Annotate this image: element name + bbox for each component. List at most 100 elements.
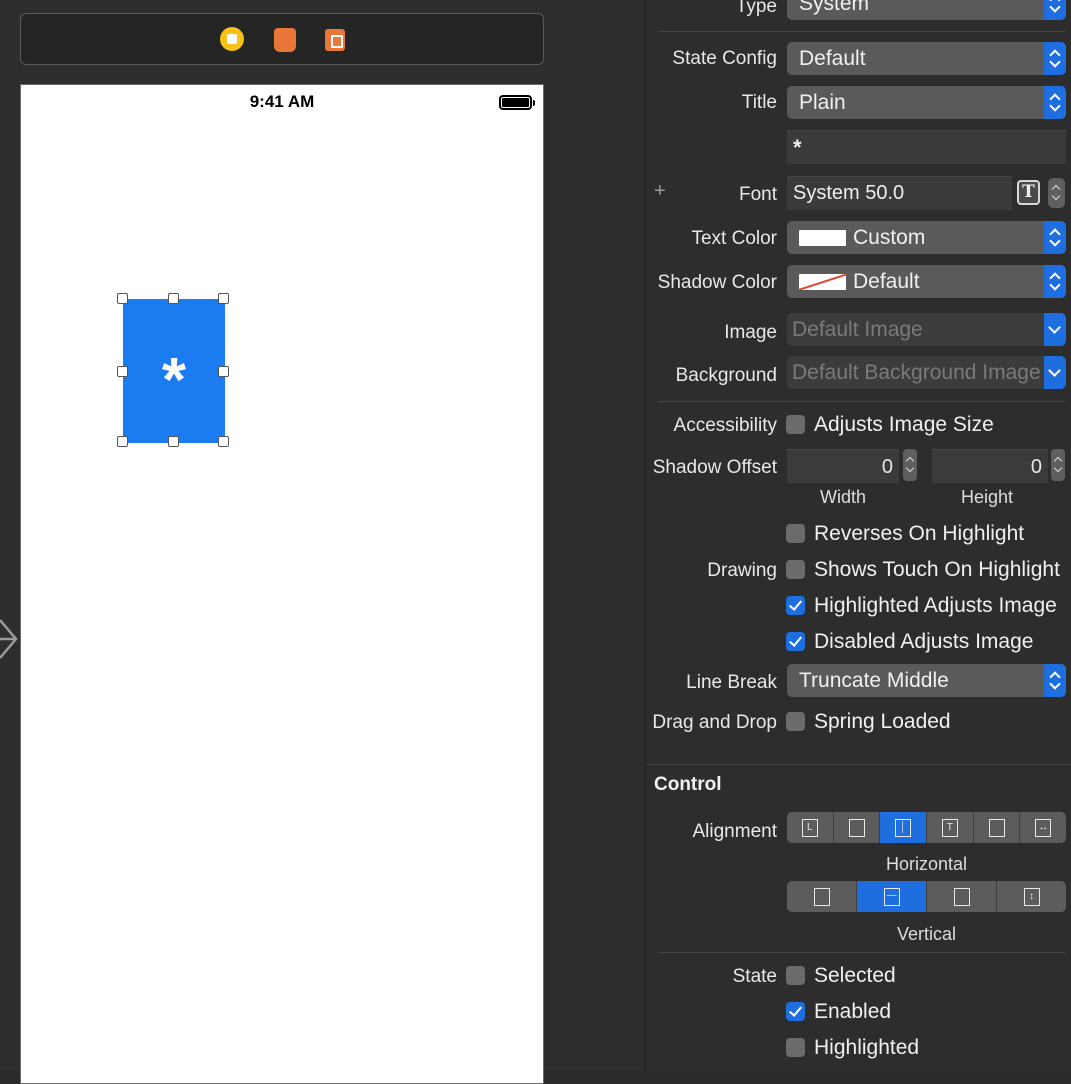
shadow-offset-width-field[interactable]: 0: [787, 449, 899, 483]
spring-loaded-checkbox[interactable]: [786, 712, 805, 731]
align-left-icon: L: [801, 818, 818, 837]
font-size-stepper[interactable]: [1048, 178, 1065, 208]
height-caption: Height: [960, 487, 1014, 507]
align-fill-icon: ↔: [1035, 818, 1052, 837]
image-label: Image: [724, 322, 777, 343]
selected-label: Selected: [814, 964, 896, 987]
button-title: *: [161, 346, 187, 415]
storyboard-canvas[interactable]: 9:41 AM *: [0, 0, 645, 1084]
shadow-offset-label: Shadow Offset: [652, 457, 777, 478]
align-leading-icon: [848, 818, 865, 837]
state-label: State: [732, 966, 777, 987]
width-stepper[interactable]: [903, 449, 917, 481]
align-center-icon: │: [895, 818, 912, 837]
text-color-swatch: [799, 230, 846, 246]
highlighted-checkbox[interactable]: [786, 1038, 805, 1057]
text-color-popup[interactable]: Custom: [787, 221, 1066, 254]
align-middle-icon: —: [883, 887, 900, 906]
view-controller-icon[interactable]: [220, 27, 244, 51]
status-bar-time: 9:41 AM: [249, 92, 315, 111]
align-trailing-icon: [988, 818, 1005, 837]
background-combo[interactable]: Default Background Image: [787, 356, 1066, 389]
enabled-checkbox[interactable]: [786, 1002, 805, 1021]
add-variation-icon[interactable]: +: [654, 180, 666, 203]
chevron-down-icon[interactable]: [1044, 313, 1066, 346]
chevron-down-icon[interactable]: [1044, 356, 1066, 389]
height-stepper[interactable]: [1051, 449, 1065, 481]
align-center-left-segment[interactable]: [834, 812, 881, 843]
divider: [658, 952, 1065, 953]
background-placeholder: Default Background Image: [792, 361, 1041, 384]
popup-arrows-icon: [1044, 664, 1066, 697]
shadow-offset-height-field[interactable]: 0: [932, 449, 1048, 483]
shadow-color-label: Shadow Color: [657, 272, 777, 293]
align-top-icon: [813, 887, 830, 906]
popup-arrows-icon: [1044, 86, 1066, 119]
control-section-header: Control: [654, 774, 722, 795]
align-fill-segment[interactable]: ↔: [1020, 812, 1066, 843]
state-config-label: State Config: [672, 48, 777, 69]
highlighted-adjusts-image-checkbox[interactable]: [786, 596, 805, 615]
line-break-popup[interactable]: Truncate Middle: [787, 664, 1066, 697]
font-field[interactable]: System 50.0: [787, 176, 1012, 210]
font-picker-icon[interactable]: T: [1017, 180, 1040, 205]
adjusts-image-size-checkbox[interactable]: [786, 415, 805, 434]
resize-handle-tc[interactable]: [168, 293, 179, 304]
divider: [646, 764, 1071, 765]
title-popup[interactable]: Plain: [787, 86, 1066, 119]
resize-handle-mr[interactable]: [218, 366, 229, 377]
alignment-label: Alignment: [692, 821, 778, 842]
state-config-value: Default: [799, 47, 866, 70]
disabled-adjusts-image-checkbox[interactable]: [786, 632, 805, 651]
divider: [658, 401, 1065, 402]
align-trailing-segment[interactable]: [974, 812, 1021, 843]
resize-handle-bl[interactable]: [117, 436, 128, 447]
reverses-on-highlight-label: Reverses On Highlight: [814, 522, 1025, 545]
horizontal-caption: Horizontal: [885, 854, 968, 874]
image-combo[interactable]: Default Image: [787, 313, 1066, 346]
resize-handle-bc[interactable]: [168, 436, 179, 447]
align-top-segment[interactable]: [787, 881, 857, 912]
align-right-icon: T: [941, 818, 958, 837]
resize-handle-br[interactable]: [218, 436, 229, 447]
iphone-scene[interactable]: 9:41 AM *: [20, 84, 544, 1084]
align-vertical-fill-segment[interactable]: ↕: [997, 881, 1066, 912]
shows-touch-checkbox[interactable]: [786, 560, 805, 579]
accessibility-label: Accessibility: [673, 415, 777, 436]
font-label: Font: [738, 184, 777, 205]
resize-handle-ml[interactable]: [117, 366, 128, 377]
state-config-popup[interactable]: Default: [787, 42, 1066, 75]
align-center-segment[interactable]: │: [880, 812, 928, 843]
shadow-color-popup[interactable]: Default: [787, 265, 1066, 298]
popup-arrows-icon: [1044, 265, 1066, 298]
popup-arrows-icon: [1044, 0, 1066, 20]
divider: [658, 31, 1065, 32]
align-right-segment[interactable]: T: [927, 812, 974, 843]
default-color-swatch: [799, 274, 846, 290]
title-label: Title: [741, 92, 777, 113]
line-break-value: Truncate Middle: [799, 669, 949, 692]
exit-icon[interactable]: [325, 29, 345, 51]
align-left-segment[interactable]: L: [787, 812, 834, 843]
popup-arrows-icon: [1044, 42, 1066, 75]
align-middle-segment[interactable]: —: [857, 881, 927, 912]
selected-checkbox[interactable]: [786, 966, 805, 985]
type-popup[interactable]: System: [787, 0, 1066, 20]
selected-button[interactable]: *: [123, 299, 225, 443]
horizontal-alignment-control[interactable]: L │ T ↔: [787, 812, 1066, 843]
resize-handle-tr[interactable]: [218, 293, 229, 304]
vertical-alignment-control[interactable]: — ↕: [787, 881, 1066, 912]
width-caption: Width: [819, 487, 866, 507]
title-text-field[interactable]: *: [787, 130, 1066, 164]
background-label: Background: [675, 365, 777, 386]
align-vertical-fill-icon: ↕: [1023, 887, 1040, 906]
first-responder-icon[interactable]: [274, 28, 296, 52]
disabled-adjusts-image-label: Disabled Adjusts Image: [814, 630, 1034, 653]
adjusts-image-size-label: Adjusts Image Size: [814, 413, 994, 436]
resize-handle-tl[interactable]: [117, 293, 128, 304]
align-bottom-segment[interactable]: [927, 881, 997, 912]
entry-point-arrow-icon[interactable]: [0, 618, 20, 660]
battery-icon: [499, 95, 535, 110]
reverses-on-highlight-checkbox[interactable]: [786, 524, 805, 543]
type-label: Type: [735, 0, 777, 17]
